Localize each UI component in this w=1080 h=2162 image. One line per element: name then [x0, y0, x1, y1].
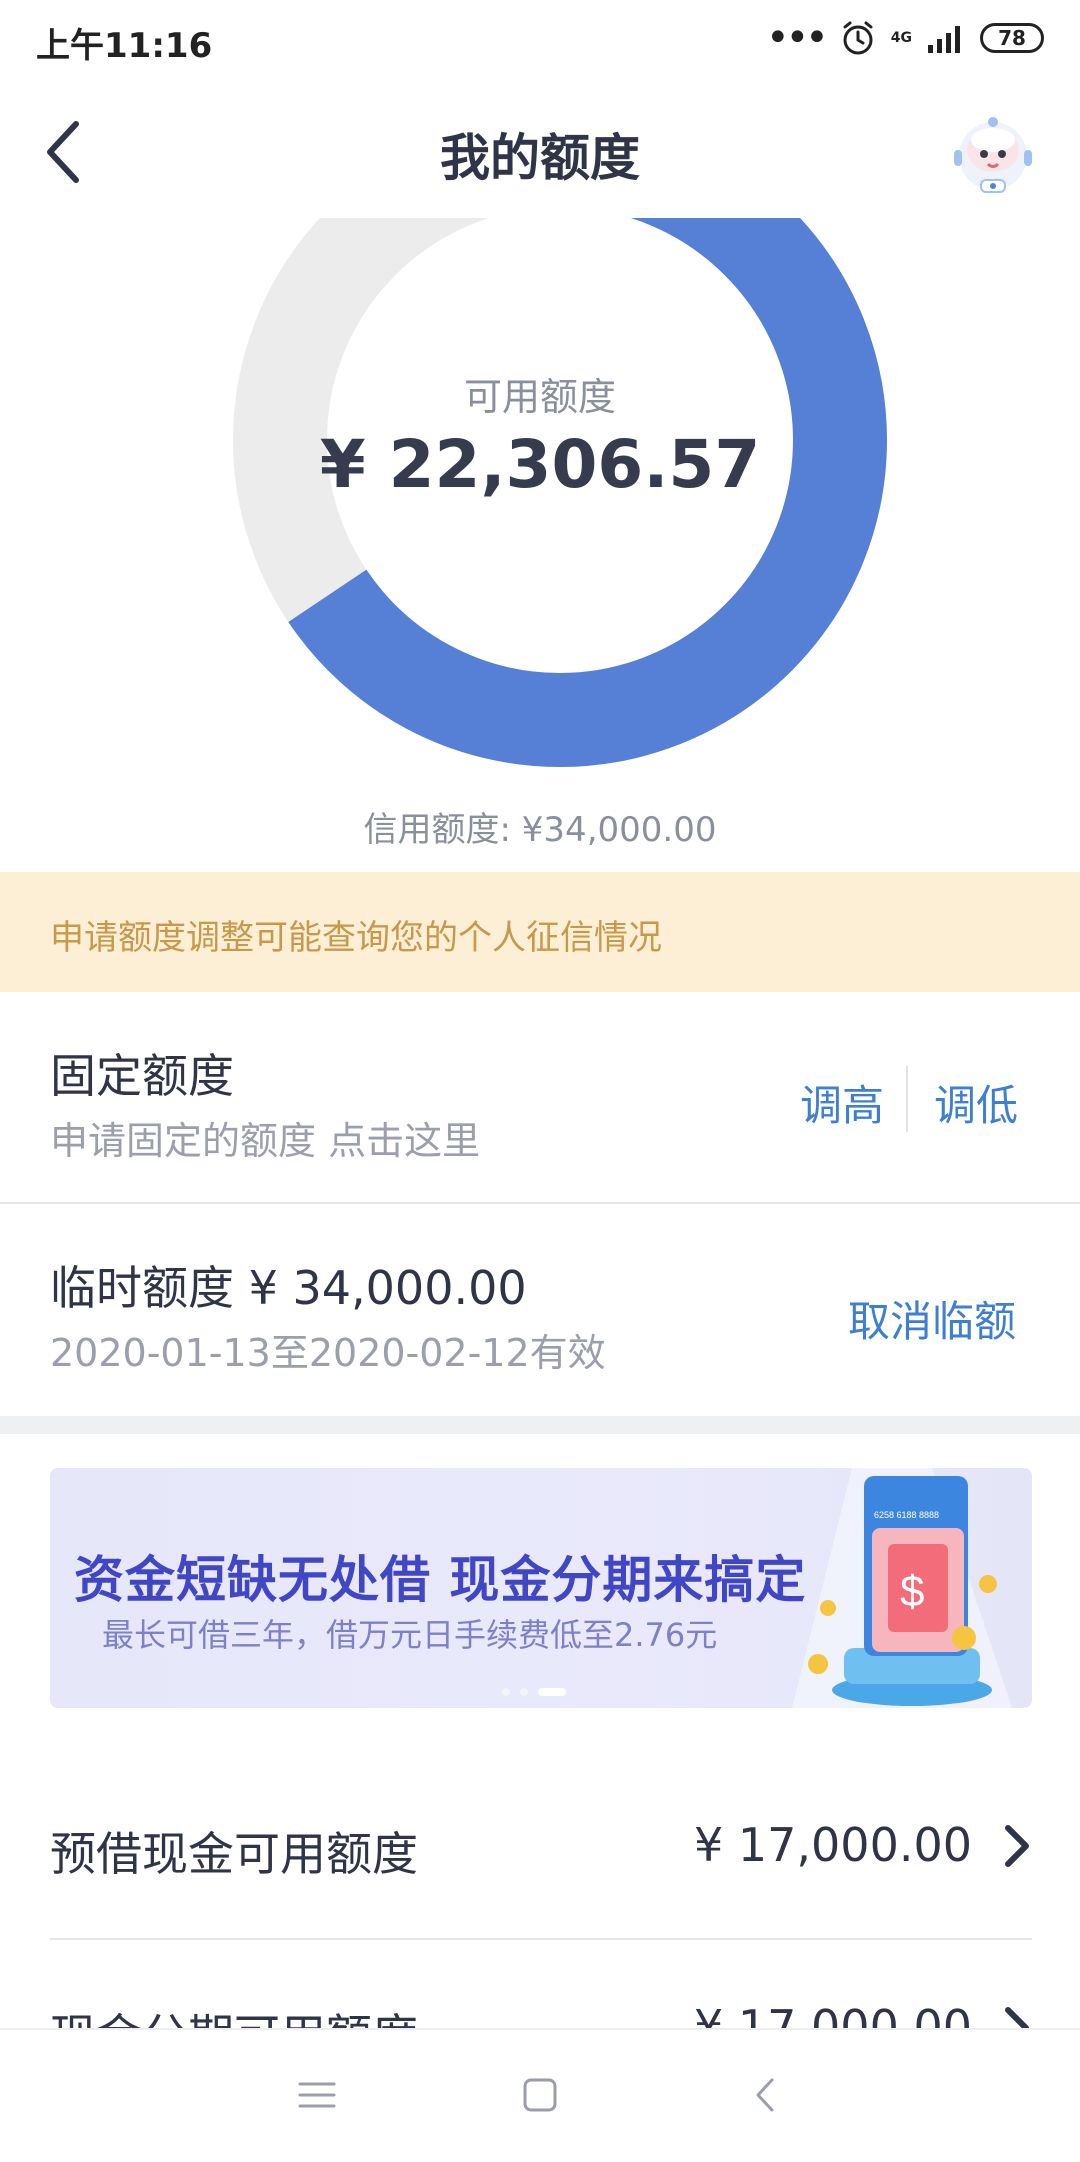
fixed-limit-title: 固定额度: [50, 1049, 234, 1103]
available-amount: ¥ 22,306.57: [319, 426, 761, 503]
alarm-clock-icon: [843, 21, 873, 55]
button-divider: [906, 1066, 908, 1132]
temp-limit-row: 临时额度 ¥ 34,000.00 2020-01-13至2020-02-12有效…: [0, 1204, 1080, 1416]
notice-text: 申请额度调整可能查询您的个人征信情况: [50, 918, 662, 958]
back-triangle-icon[interactable]: [742, 2070, 792, 2120]
page-title: 我的额度: [440, 129, 640, 187]
temp-limit-validity: 2020-01-13至2020-02-12有效: [50, 1331, 606, 1375]
svg-text:$: $: [900, 1567, 924, 1616]
available-label: 可用额度: [463, 375, 616, 419]
increase-limit-button[interactable]: 调高: [800, 1072, 884, 1133]
status-icons: ••• 4G 78: [766, 16, 1044, 60]
credit-card-illustration: 6258 6188 8888 $: [792, 1468, 1012, 1708]
credit-ring: 可用额度 ¥ 22,306.57: [0, 218, 1080, 778]
banner-dot[interactable]: [502, 1688, 510, 1696]
banner-title: 资金短缺无处借 现金分期来搞定: [74, 1551, 807, 1609]
banner-dot[interactable]: [520, 1688, 528, 1696]
fixed-limit-row[interactable]: 固定额度 申请固定的额度 点击这里 调高 调低: [0, 992, 1080, 1204]
temp-limit-title: 临时额度 ¥ 34,000.00: [50, 1261, 527, 1315]
fixed-limit-subtitle[interactable]: 申请固定的额度 点击这里: [50, 1110, 480, 1165]
system-nav-bar: [0, 2028, 1080, 2162]
banner-subtitle: 最长可借三年，借万元日手续费低至2.76元: [102, 1616, 718, 1654]
promo-banner[interactable]: 资金短缺无处借 现金分期来搞定 最长可借三年，借万元日手续费低至2.76元 62…: [50, 1468, 1032, 1708]
list-item-label: 预借现金可用额度: [50, 1827, 418, 1881]
cancel-temp-limit-button[interactable]: 取消临额: [848, 1288, 1016, 1349]
battery-level: 78: [998, 26, 1026, 50]
banner-pagination: [502, 1688, 566, 1696]
more-dots-icon: •••: [765, 15, 829, 61]
status-time: 上午11:16: [36, 26, 213, 66]
cash-advance-limit-row[interactable]: 预借现金可用额度 ¥ 17,000.00: [50, 1758, 1032, 1940]
card-number: 6258 6188 8888: [874, 1510, 939, 1520]
signal-bars-icon: [928, 26, 960, 53]
list-item-value: ¥ 17,000.00: [694, 1818, 972, 1872]
home-square-icon[interactable]: [515, 2070, 565, 2120]
credit-limit-text: 信用额度: ¥34,000.00: [363, 810, 717, 850]
robot-mascot-icon[interactable]: [948, 110, 1038, 200]
status-bar: 上午11:16 ••• 4G 78: [0, 0, 1080, 76]
battery-icon: 78: [980, 23, 1044, 53]
nav-bar: 我的额度: [0, 80, 1080, 220]
section-divider: [0, 1416, 1080, 1434]
banner-dot-active[interactable]: [538, 1688, 566, 1696]
decrease-limit-button[interactable]: 调低: [934, 1072, 1018, 1133]
network-type: 4G: [890, 30, 912, 46]
chevron-right-icon: [1005, 1825, 1029, 1867]
menu-icon[interactable]: [292, 2070, 342, 2120]
credit-notice-bar: 申请额度调整可能查询您的个人征信情况: [0, 872, 1080, 992]
